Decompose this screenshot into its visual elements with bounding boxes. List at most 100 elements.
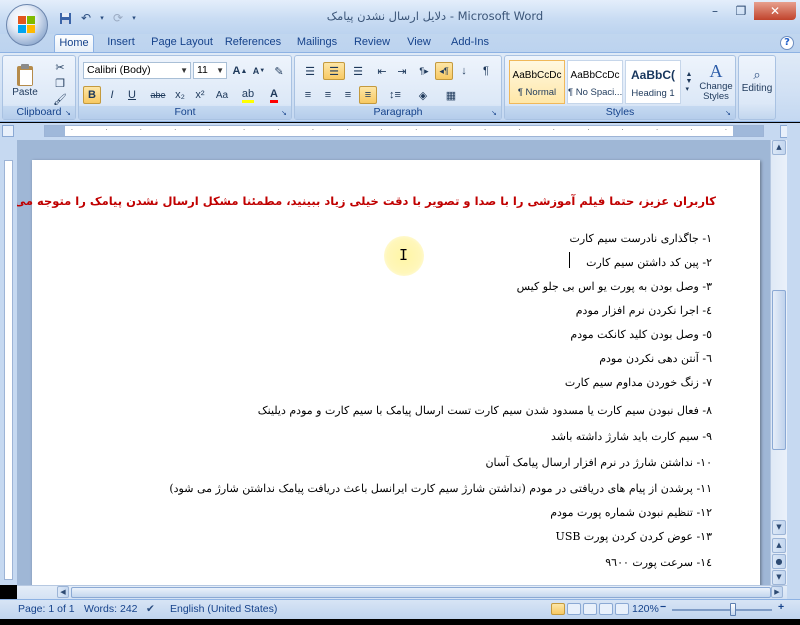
tab-review[interactable]: Review	[352, 34, 392, 52]
grow-font-button[interactable]: A ▲	[231, 62, 249, 80]
list-item[interactable]: ۱۰- نداشتن شارژ در نرم افزار ارسال پیامک…	[485, 456, 712, 469]
zoom-out-icon[interactable]: −	[660, 601, 666, 613]
tab-home[interactable]: Home	[54, 34, 94, 52]
font-name-combo[interactable]: Calibri (Body) ▼	[83, 62, 191, 79]
horizontal-scrollbar[interactable]: ◀ ▶	[17, 585, 787, 599]
font-color-icon[interactable]: A	[263, 86, 285, 104]
save-icon[interactable]	[56, 9, 74, 27]
full-screen-reading-view-icon[interactable]	[567, 603, 581, 615]
font-size-combo[interactable]: 11 ▼	[193, 62, 227, 79]
bold-button[interactable]: B	[83, 86, 101, 104]
shrink-font-button[interactable]: A ▼	[250, 62, 268, 80]
print-layout-view-icon[interactable]	[551, 603, 565, 615]
show-formatting-icon[interactable]: ¶	[477, 62, 495, 80]
dialog-launcher-icon[interactable]: ↘	[65, 109, 73, 117]
underline-button[interactable]: U	[123, 86, 141, 104]
scroll-up-icon[interactable]: ▲	[772, 140, 786, 155]
style-heading-1[interactable]: AaBbC( Heading 1	[625, 60, 681, 104]
tab-add-ins[interactable]: Add-Ins	[446, 34, 494, 52]
scroll-right-icon[interactable]: ▶	[771, 586, 783, 598]
dialog-launcher-icon[interactable]: ↘	[725, 109, 733, 117]
close-icon[interactable]: ✕	[754, 2, 796, 20]
decrease-indent-icon[interactable]: ⇤	[373, 62, 391, 80]
dialog-launcher-icon[interactable]: ↘	[281, 109, 289, 117]
tab-mailings[interactable]: Mailings	[292, 34, 342, 52]
list-item[interactable]: ۱٤- سرعت پورت ۹٦۰۰	[605, 556, 712, 569]
redo-icon[interactable]: ⟳	[109, 9, 127, 27]
borders-icon[interactable]: ▦	[439, 86, 463, 104]
customize-qat-icon[interactable]: ▾	[130, 9, 138, 27]
vertical-scrollbar[interactable]: ▲ ▼ ▲ ● ▼	[770, 140, 787, 585]
bullets-icon[interactable]: ☰	[299, 62, 321, 80]
list-item[interactable]: ۲- پین کد داشتن سیم کارت	[586, 256, 712, 269]
list-item[interactable]: ۸- فعال نبودن سیم کارت یا مسدود شدن سیم …	[258, 404, 712, 417]
office-button[interactable]	[6, 4, 48, 46]
multilevel-list-icon[interactable]: ☰	[347, 62, 369, 80]
list-item[interactable]: ۱۱- پرشدن از پیام های دریافتی در مودم (ن…	[169, 482, 712, 495]
horizontal-scroll-thumb[interactable]	[71, 587, 771, 598]
list-item[interactable]: ٦- آنتن دهی نکردن مودم	[599, 352, 712, 365]
next-page-icon[interactable]: ▼	[772, 570, 786, 585]
minimize-icon[interactable]: –	[702, 2, 728, 20]
list-item[interactable]: ٤- اجرا نکردن نرم افزار مودم	[576, 304, 712, 317]
dropdown-arrow-icon[interactable]: ▾	[98, 9, 106, 27]
document-page[interactable]: کاربران عزیز، حتما فیلم آموزشی را با صدا…	[17, 160, 760, 585]
scroll-left-icon[interactable]: ◀	[57, 586, 69, 598]
increase-indent-icon[interactable]: ⇥	[393, 62, 411, 80]
select-browse-object-icon[interactable]: ●	[772, 554, 786, 569]
undo-icon[interactable]: ↶	[77, 9, 95, 27]
vertical-scroll-thumb[interactable]	[772, 290, 786, 450]
subscript-button[interactable]: x₂	[171, 86, 189, 104]
ltr-direction-icon[interactable]: ¶▸	[415, 62, 433, 80]
list-item[interactable]: ۹- سیم کارت باید شارژ داشته باشد	[551, 430, 712, 443]
tab-view[interactable]: View	[402, 34, 436, 52]
editing-button[interactable]: ⌕ Editing	[740, 58, 774, 102]
zoom-level[interactable]: 120%	[632, 603, 659, 615]
clear-formatting-icon[interactable]: ✎	[270, 62, 288, 80]
change-styles-button[interactable]: A Change Styles	[697, 58, 735, 104]
change-case-button[interactable]: Aa	[211, 86, 233, 104]
tab-selector-icon[interactable]	[2, 125, 14, 137]
tab-references[interactable]: References	[224, 34, 282, 52]
highlight-icon[interactable]: ab	[237, 86, 259, 104]
tab-page-layout[interactable]: Page Layout	[150, 34, 214, 52]
list-item[interactable]: ۷- زنگ خوردن مداوم سیم کارت	[565, 376, 712, 389]
sort-icon[interactable]: ↓	[455, 62, 473, 80]
align-center-icon[interactable]: ≡	[319, 86, 337, 104]
maximize-icon[interactable]: ❐	[728, 2, 754, 20]
previous-page-icon[interactable]: ▲	[772, 538, 786, 553]
zoom-slider-thumb[interactable]	[730, 603, 736, 616]
styles-scroll-icon[interactable]: ▲ ▼ ▾	[683, 60, 695, 104]
outline-view-icon[interactable]	[599, 603, 613, 615]
strikethrough-button[interactable]: abe	[147, 86, 169, 104]
draft-view-icon[interactable]	[615, 603, 629, 615]
word-count[interactable]: Words: 242	[84, 603, 138, 615]
style-no-spacing[interactable]: AaBbCcDc ¶ No Spaci...	[567, 60, 623, 104]
tab-insert[interactable]: Insert	[102, 34, 140, 52]
paste-button[interactable]: Paste	[7, 58, 43, 102]
language-status[interactable]: English (United States)	[170, 603, 277, 615]
rtl-direction-icon[interactable]: ◂¶	[435, 62, 453, 80]
proofing-icon[interactable]: ✔	[146, 603, 155, 615]
document-heading[interactable]: کاربران عزیز، حتما فیلم آموزشی را با صدا…	[17, 194, 716, 208]
ruler-bar[interactable]: · · · · · · · · · · · · · · · · · · · ·	[44, 125, 764, 137]
list-item[interactable]: ۳- وصل بودن به پورت یو اس بی جلو کیس	[517, 280, 712, 293]
zoom-slider[interactable]	[672, 609, 772, 611]
horizontal-ruler[interactable]: · · · · · · · · · · · · · · · · · · · ·	[0, 123, 800, 140]
line-spacing-icon[interactable]: ↕≡	[383, 86, 407, 104]
italic-button[interactable]: I	[103, 86, 121, 104]
vertical-ruler[interactable]	[0, 140, 17, 585]
list-item[interactable]: ۱۳- عوض کردن کردن پورت USB	[556, 530, 712, 543]
shading-icon[interactable]: ◈	[411, 86, 435, 104]
dialog-launcher-icon[interactable]: ↘	[491, 109, 499, 117]
align-left-icon[interactable]: ≡	[299, 86, 317, 104]
page-count[interactable]: Page: 1 of 1	[18, 603, 75, 615]
web-layout-view-icon[interactable]	[583, 603, 597, 615]
style-normal[interactable]: AaBbCcDc ¶ Normal	[509, 60, 565, 104]
superscript-button[interactable]: x²	[191, 86, 209, 104]
list-item[interactable]: ۱۲- تنظیم نبودن شماره پورت مودم	[550, 506, 712, 519]
numbering-icon[interactable]: ☰	[323, 62, 345, 80]
scroll-down-icon[interactable]: ▼	[772, 520, 786, 535]
list-item[interactable]: ٥- وصل بودن کلید کانکت مودم	[570, 328, 712, 341]
align-right-icon[interactable]: ≡	[339, 86, 357, 104]
